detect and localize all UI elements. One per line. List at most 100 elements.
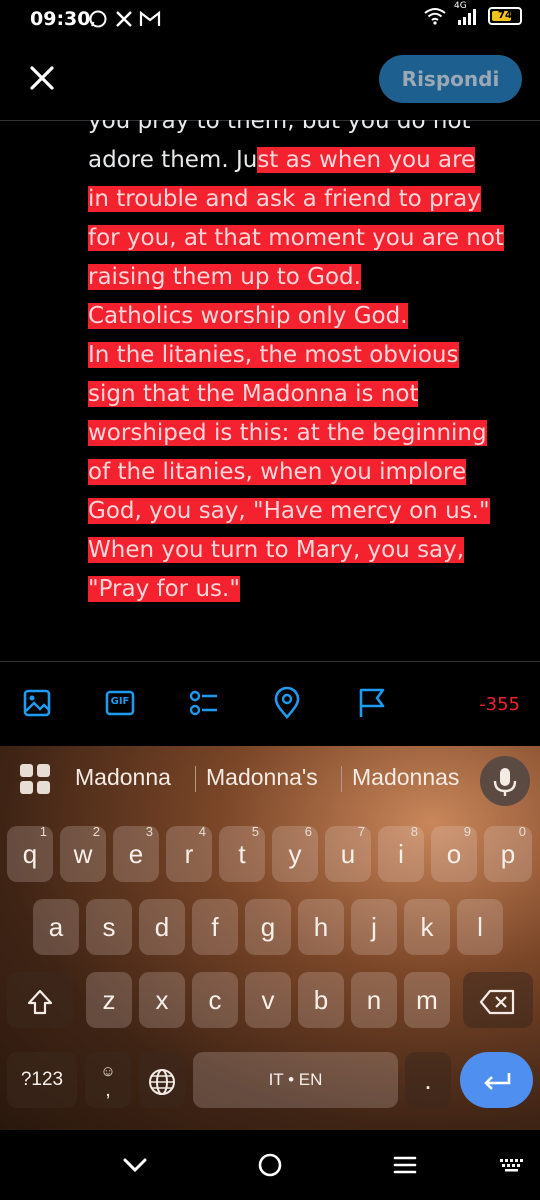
home-nav-button[interactable]	[253, 1148, 287, 1182]
key-label: y	[288, 839, 302, 869]
backspace-key[interactable]	[463, 972, 533, 1028]
symbols-key[interactable]: ?123	[7, 1052, 77, 1108]
backspace-icon	[479, 990, 515, 1015]
key-c[interactable]: c	[192, 972, 238, 1028]
space-key[interactable]: IT • EN	[193, 1052, 398, 1108]
key-s[interactable]: s	[86, 899, 132, 955]
key-label: p	[500, 839, 516, 869]
system-icons: 4G 74	[424, 1, 522, 25]
key-label: i	[398, 839, 404, 869]
suggestion-divider	[341, 766, 342, 792]
key-y[interactable]: y6	[272, 824, 318, 882]
tweet-overflow-text: Catholics worship only God.	[88, 303, 408, 329]
key-d[interactable]: d	[139, 899, 185, 955]
key-b[interactable]: b	[298, 972, 344, 1028]
key-number-hint: 2	[92, 824, 100, 839]
flag-button[interactable]	[355, 686, 389, 720]
navigation-bar	[0, 1130, 540, 1200]
key-k[interactable]: k	[404, 899, 450, 955]
back-nav-button[interactable]	[118, 1148, 152, 1182]
suggestion-3[interactable]: Madonnas	[352, 764, 459, 791]
status-time: 09:30	[30, 8, 91, 30]
network-type: 4G	[454, 1, 467, 11]
image-icon	[23, 689, 51, 717]
language-key[interactable]	[139, 1052, 185, 1108]
shift-key[interactable]	[7, 972, 73, 1028]
key-j[interactable]: j	[351, 899, 397, 955]
key-f[interactable]: f	[192, 899, 238, 955]
shift-icon	[27, 990, 53, 1015]
poll-button[interactable]	[186, 686, 220, 720]
key-o[interactable]: o9	[431, 824, 477, 882]
tweet-compose-area[interactable]: you pray to them, but you do not adore t…	[0, 120, 540, 660]
key-number-hint: 3	[145, 824, 153, 839]
key-n[interactable]: n	[351, 972, 397, 1028]
whatsapp-icon	[89, 10, 107, 28]
notification-icons	[88, 8, 161, 29]
key-label: u	[340, 839, 356, 869]
suggestion-1[interactable]: Madonna	[75, 764, 171, 791]
menu-lines-icon	[393, 1156, 417, 1174]
image-button[interactable]	[20, 686, 54, 720]
key-u[interactable]: u7	[325, 824, 371, 882]
key-number-hint: 7	[357, 824, 365, 839]
key-number-hint: 6	[304, 824, 312, 839]
character-counter: -355	[479, 694, 520, 715]
globe-icon	[149, 1069, 175, 1096]
key-x[interactable]: x	[139, 972, 185, 1028]
location-icon	[274, 686, 300, 719]
key-z[interactable]: z	[86, 972, 132, 1028]
key-number-hint: 0	[518, 824, 526, 839]
emoji-comma-key[interactable]: ☺ ,	[85, 1052, 131, 1108]
keyboard-switch-button[interactable]	[495, 1148, 529, 1182]
tweet-overflow-text: worshiped is this: at the beginning	[88, 420, 487, 446]
key-label: e	[128, 839, 144, 869]
tweet-overflow-text: sign that the Madonna is not	[88, 381, 419, 407]
tweet-overflow-text: in trouble and ask a friend to pray	[88, 186, 481, 212]
suggestion-divider	[195, 766, 196, 792]
key-p[interactable]: p0	[484, 824, 532, 882]
key-i[interactable]: i8	[378, 825, 424, 882]
tweet-line: adore them. Ju	[88, 147, 258, 173]
keyboard: Madonna Madonna's Madonnas q1 w2 e3 r4 t…	[0, 746, 540, 1130]
key-r[interactable]: r4	[166, 825, 212, 882]
flag-icon	[359, 688, 385, 717]
key-label: w	[73, 839, 93, 869]
key-number-hint: 1	[39, 824, 47, 839]
key-e[interactable]: e3	[113, 824, 159, 882]
key-a[interactable]: a	[33, 899, 79, 955]
recents-nav-button[interactable]	[388, 1148, 422, 1182]
x-icon	[115, 11, 132, 27]
suggestion-bar: Madonna Madonna's Madonnas	[0, 746, 540, 810]
key-label: o	[446, 839, 462, 869]
key-q[interactable]: q1	[7, 824, 53, 882]
key-h[interactable]: h	[298, 899, 344, 955]
key-label: r	[184, 839, 194, 869]
reply-button[interactable]: Rispondi	[379, 55, 522, 103]
key-l[interactable]: l	[457, 899, 503, 955]
key-g[interactable]: g	[245, 899, 291, 955]
poll-icon	[189, 690, 217, 716]
tweet-overflow-text: In the litanies, the most obvious	[88, 342, 459, 368]
mic-button[interactable]	[480, 756, 530, 806]
key-w[interactable]: w2	[60, 824, 106, 882]
key-number-hint: 9	[463, 824, 471, 839]
key-m[interactable]: m	[404, 972, 450, 1028]
tweet-overflow-text: of the litanies, when you implore	[88, 459, 467, 485]
close-icon	[30, 66, 54, 90]
key-label: t	[238, 839, 246, 869]
apps-grid-icon[interactable]	[20, 764, 50, 794]
gif-label: GIF	[110, 696, 130, 707]
key-v[interactable]: v	[245, 972, 291, 1028]
tweet-text[interactable]: you pray to them, but you do not adore t…	[88, 120, 528, 609]
gif-button[interactable]: GIF	[103, 686, 137, 720]
home-circle-icon	[258, 1153, 282, 1177]
enter-icon	[483, 1073, 510, 1091]
suggestion-2[interactable]: Madonna's	[206, 764, 318, 791]
location-button[interactable]	[270, 686, 304, 720]
close-button[interactable]	[24, 60, 60, 96]
period-key[interactable]: .	[405, 1052, 451, 1108]
battery-icon: 74	[488, 7, 522, 25]
enter-key[interactable]	[460, 1052, 533, 1108]
key-t[interactable]: t5	[219, 825, 265, 882]
